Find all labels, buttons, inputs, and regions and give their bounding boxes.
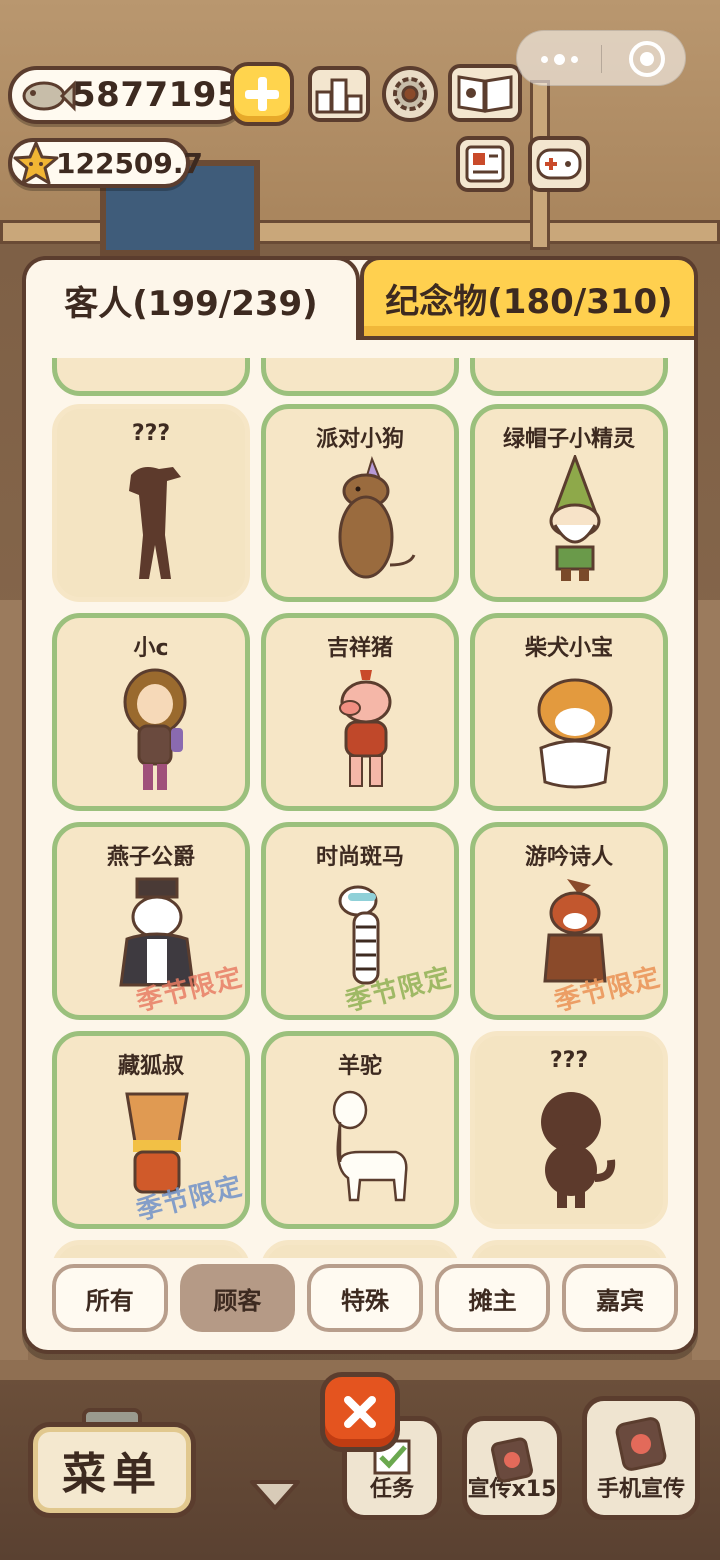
tab-souvenirs[interactable]: 纪念物(180/310) <box>360 256 698 340</box>
guest-name: 柴犬小宝 <box>524 636 613 661</box>
phone-promotion-icon <box>615 1417 667 1471</box>
guest-card[interactable]: 绿帽子小精灵 <box>470 404 668 602</box>
news-icon[interactable] <box>456 136 514 192</box>
guest-card[interactable] <box>470 1240 668 1258</box>
guest-card[interactable]: 时尚斑马 季节限定 <box>261 822 459 1020</box>
green-hat-gnome-portrait-icon <box>549 455 601 581</box>
guest-name: ??? <box>549 1048 589 1073</box>
guest-card[interactable]: 柴犬小宝 <box>470 613 668 811</box>
add-currency-button[interactable] <box>230 62 294 126</box>
menu-button[interactable]: 菜单 <box>28 1422 196 1518</box>
phone-promotion-button[interactable]: 手机宣传 <box>582 1396 700 1520</box>
fish-coin-count: 5877195 <box>72 75 242 115</box>
star-currency-pill: 122509.7 <box>8 138 203 188</box>
guest-card[interactable] <box>261 358 459 396</box>
ranking-icon[interactable] <box>308 66 370 122</box>
unknown-guest-silhouette-icon <box>129 467 181 579</box>
guest-card-locked[interactable]: ??? <box>52 404 250 602</box>
guest-card[interactable]: 派对小狗 <box>261 404 459 602</box>
guest-card[interactable]: 吉祥猪 <box>261 613 459 811</box>
guest-grid[interactable]: ??? 派对小狗 绿帽子小精灵 小c 吉祥猪 柴犬小宝 燕子公爵 季节限定 时尚… <box>42 358 678 1258</box>
close-panel-button[interactable] <box>320 1372 400 1452</box>
guest-card[interactable] <box>52 1240 250 1258</box>
guest-name: 小c <box>133 636 169 661</box>
filter-all-button[interactable]: 所有 <box>52 1264 168 1332</box>
guest-card[interactable]: 游吟诗人 季节限定 <box>470 822 668 1020</box>
guest-card[interactable]: 燕子公爵 季节限定 <box>52 822 250 1020</box>
guest-card[interactable] <box>261 1240 459 1258</box>
miniprogram-capsule <box>516 30 686 86</box>
filter-vendor-button[interactable]: 摊主 <box>434 1264 551 1332</box>
unknown-guest-silhouette-icon <box>541 1092 616 1208</box>
guest-card[interactable]: 羊驼 <box>261 1031 459 1229</box>
guest-name: 吉祥猪 <box>326 636 393 661</box>
tab-guests-label: 客人(199/239) <box>64 283 318 324</box>
promotion-flyer-icon <box>491 1437 533 1483</box>
book-icon[interactable] <box>448 64 522 122</box>
guest-name: 藏狐叔 <box>117 1054 184 1079</box>
gamepad-icon[interactable] <box>528 136 590 192</box>
girl-c-portrait-icon <box>123 668 187 790</box>
star-icon <box>13 141 59 185</box>
more-icon[interactable] <box>541 51 581 67</box>
guest-name: 绿帽子小精灵 <box>502 427 635 452</box>
tab-guests[interactable]: 客人(199/239) <box>22 256 360 340</box>
guest-name: ??? <box>131 421 171 446</box>
guest-name: 时尚斑马 <box>315 845 404 870</box>
guest-card-locked[interactable]: ??? <box>470 1031 668 1229</box>
shiba-portrait-icon <box>537 678 613 789</box>
filter-customer-button[interactable]: 顾客 <box>179 1264 296 1332</box>
fish-currency-pill: 5877195 <box>8 66 246 124</box>
chevron-down-icon[interactable] <box>248 1478 302 1512</box>
filter-special-button[interactable]: 特殊 <box>307 1264 423 1332</box>
capsule-divider <box>601 45 602 73</box>
fish-icon <box>22 80 76 112</box>
guest-name: 燕子公爵 <box>106 845 195 870</box>
guest-name: 派对小狗 <box>315 427 404 452</box>
lucky-pig-portrait-icon <box>339 670 392 787</box>
phone-promotion-label: 手机宣传 <box>596 1477 685 1502</box>
close-miniprogram-icon[interactable] <box>629 41 665 77</box>
tab-souvenirs-label: 纪念物(180/310) <box>385 281 673 322</box>
guest-card[interactable]: 藏狐叔 季节限定 <box>52 1031 250 1229</box>
settings-icon[interactable] <box>382 66 438 122</box>
filter-guest-star-button[interactable]: 嘉宾 <box>562 1264 678 1332</box>
guest-name: 羊驼 <box>337 1054 382 1079</box>
guest-card[interactable]: 小c <box>52 613 250 811</box>
close-icon <box>344 1396 376 1428</box>
promotion-button[interactable]: 宣传x15 <box>462 1416 562 1520</box>
guest-filter-bar: 所有 顾客 特殊 摊主 嘉宾 <box>52 1264 678 1334</box>
guest-card[interactable] <box>52 358 250 396</box>
guest-card[interactable] <box>470 358 668 396</box>
alpaca-portrait-icon <box>332 1090 408 1202</box>
guest-name: 游吟诗人 <box>524 845 613 870</box>
party-dog-portrait-icon <box>338 455 416 579</box>
star-count: 122509.7 <box>56 146 204 180</box>
